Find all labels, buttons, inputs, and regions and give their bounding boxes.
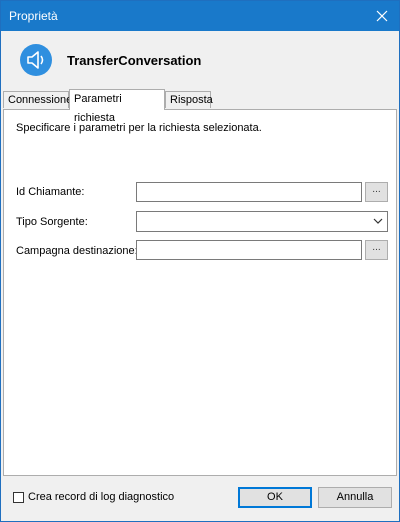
cancel-button[interactable]: Annulla — [318, 487, 392, 508]
log-checkbox-label[interactable]: Crea record di log diagnostico — [28, 491, 174, 503]
activity-name: TransferConversation — [67, 53, 202, 68]
source-type-select[interactable] — [136, 211, 388, 232]
tab-panel-parametri: Specificare i parametri per la richiesta… — [3, 109, 397, 476]
properties-dialog: Proprietà TransferConversation Connessio… — [0, 0, 400, 522]
speaker-icon — [20, 44, 52, 76]
tab-parametri-richiesta[interactable]: Parametri richiesta — [69, 89, 165, 124]
tab-risposta[interactable]: Risposta — [165, 91, 213, 108]
close-button[interactable] — [365, 1, 399, 31]
title-bar: Proprietà — [1, 1, 399, 31]
dialog-footer: Crea record di log diagnostico OK Annull… — [1, 477, 399, 521]
destination-campaign-input[interactable] — [136, 240, 362, 260]
dialog-header: TransferConversation — [1, 31, 399, 89]
destination-campaign-label: Campagna destinazione: — [16, 245, 138, 257]
tab-connessione[interactable]: Connessione — [3, 91, 72, 108]
instruction-text: Specificare i parametri per la richiesta… — [16, 122, 262, 134]
log-checkbox-row[interactable]: Crea record di log diagnostico — [13, 491, 174, 503]
tab-strip: Connessione Parametri richiesta Risposta — [3, 89, 397, 124]
caller-id-input[interactable] — [136, 182, 362, 202]
log-checkbox[interactable] — [13, 491, 24, 503]
ok-button[interactable]: OK — [238, 487, 312, 508]
window-title: Proprietà — [9, 9, 58, 23]
caller-id-browse-button[interactable]: ... — [365, 182, 388, 202]
chevron-down-icon — [373, 218, 383, 224]
caller-id-label: Id Chiamante: — [16, 186, 85, 198]
source-type-label: Tipo Sorgente: — [16, 216, 88, 228]
destination-campaign-browse-button[interactable]: ... — [365, 240, 388, 260]
close-icon — [376, 10, 388, 22]
